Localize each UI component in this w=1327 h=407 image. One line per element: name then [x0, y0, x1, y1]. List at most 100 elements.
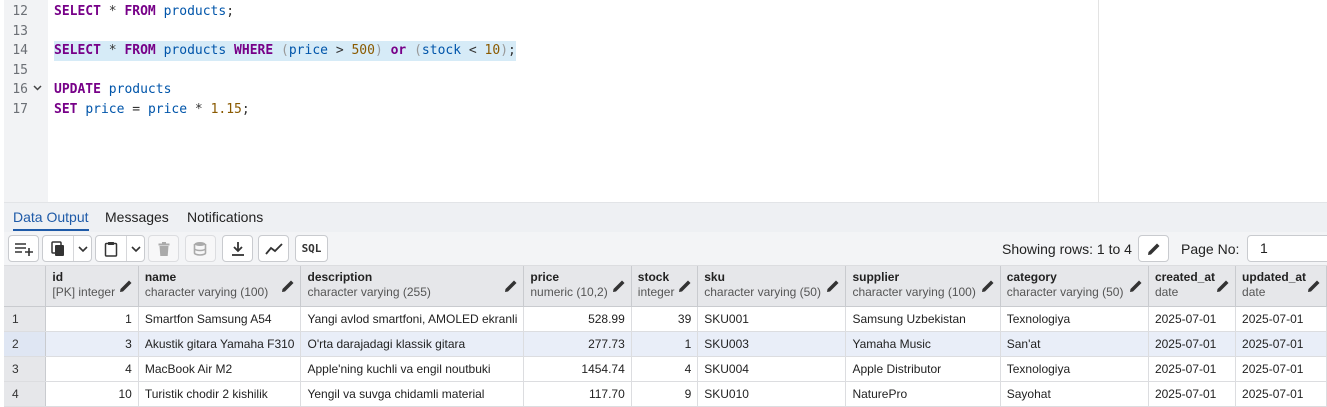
sql-editor[interactable]: 12 SELECT * FROM products; 13 14 SELECT … — [0, 0, 1327, 202]
table-cell-price[interactable]: 528.99 — [523, 306, 632, 332]
identifier: products — [163, 4, 227, 19]
add-row-icon — [14, 242, 33, 256]
table-cell-supplier[interactable]: Samsung Uzbekistan — [845, 306, 1001, 332]
table-row[interactable]: 2 3 Akustik gitara Yamaha F310 O'rta daraja… — [4, 331, 1327, 357]
table-row[interactable]: 1 1 Smartfon Samsung A54 Yangi avlod smartf… — [4, 306, 1327, 332]
table-cell-category[interactable]: Texnologiya — [1000, 356, 1149, 382]
table-cell-price[interactable]: 117.70 — [523, 381, 632, 407]
table-cell-id[interactable]: 1 — [45, 306, 139, 332]
table-cell-stock[interactable]: 4 — [631, 356, 699, 382]
table-cell-price[interactable]: 277.73 — [523, 331, 632, 357]
column-header-category[interactable]: category character varying (50) — [1000, 266, 1149, 307]
table-cell-name[interactable]: Smartfon Samsung A54 — [138, 306, 302, 332]
paste-options-dropdown[interactable] — [126, 236, 144, 261]
column-name: name — [144, 270, 177, 284]
paste-button[interactable] — [96, 236, 126, 261]
table-cell-sku[interactable]: SKU004 — [697, 356, 847, 382]
column-header-description[interactable]: description character varying (255) — [300, 266, 525, 307]
table-cell-category[interactable]: Texnologiya — [1000, 306, 1149, 332]
edit-column-pencil-icon — [612, 280, 625, 292]
table-cell-id[interactable]: 10 — [45, 381, 139, 407]
code-line[interactable]: 14 SELECT * FROM products WHERE (price >… — [0, 41, 1098, 61]
table-cell-created-at[interactable]: 2025-07-01 — [1148, 381, 1237, 407]
edit-column-pencil-icon — [1129, 280, 1142, 292]
table-cell-id[interactable]: 4 — [45, 356, 139, 382]
edit-column-pencil-icon — [119, 280, 132, 292]
column-header-stock[interactable]: stock integer — [631, 266, 699, 307]
table-row[interactable]: 4 10 Turistik chodir 2 kishilik Yengil va s… — [4, 381, 1327, 407]
table-cell-description[interactable]: Apple'ning kuchli va engil noutbuki — [300, 356, 525, 382]
page-number-input[interactable]: 1 — [1247, 235, 1327, 262]
code-line[interactable]: 12 SELECT * FROM products; — [0, 2, 1098, 22]
semicolon: ; — [226, 4, 235, 19]
table-cell-created-at[interactable]: 2025-07-01 — [1148, 356, 1237, 382]
row-number[interactable]: 4 — [4, 381, 47, 407]
download-icon — [231, 241, 244, 256]
table-cell-name[interactable]: Akustik gitara Yamaha F310 — [138, 331, 302, 357]
table-cell-id[interactable]: 3 — [45, 331, 139, 357]
table-cell-created-at[interactable]: 2025-07-01 — [1148, 331, 1237, 357]
tab-notifications[interactable]: Notifications — [187, 209, 263, 225]
copy-options-dropdown[interactable] — [73, 236, 91, 261]
code-line[interactable]: 13 — [0, 22, 1098, 42]
identifier: products — [108, 82, 172, 97]
table-cell-category[interactable]: San'at — [1000, 331, 1149, 357]
table-row[interactable]: 3 4 MacBook Air M2 Apple'ning kuchli va eng… — [4, 356, 1327, 382]
row-number[interactable]: 3 — [4, 356, 47, 382]
table-cell-description[interactable]: O'rta darajadagi klassik gitara — [300, 331, 525, 357]
graph-visualiser-button[interactable] — [258, 235, 289, 262]
table-cell-sku[interactable]: SKU001 — [697, 306, 847, 332]
download-button[interactable] — [222, 235, 253, 262]
save-data-button[interactable] — [185, 235, 216, 262]
tab-data-output[interactable]: Data Output — [13, 209, 89, 231]
table-cell-description[interactable]: Yangi avlod smartfoni, AMOLED ekranli — [300, 306, 525, 332]
identifier: price — [147, 101, 188, 117]
table-cell-updated-at[interactable]: 2025-07-01 — [1235, 306, 1327, 332]
operator: * — [108, 43, 117, 58]
highlighted-code-text: SELECT * FROM products WHERE (price > 50… — [54, 41, 516, 61]
table-cell-updated-at[interactable]: 2025-07-01 — [1235, 331, 1327, 357]
row-number[interactable]: 1 — [4, 306, 47, 332]
tab-messages[interactable]: Messages — [105, 209, 169, 225]
copy-button[interactable] — [43, 236, 73, 261]
line-chart-icon — [264, 242, 283, 255]
table-cell-stock[interactable]: 9 — [631, 381, 699, 407]
table-cell-stock[interactable]: 1 — [631, 331, 699, 357]
code-line[interactable]: 15 — [0, 61, 1098, 81]
table-cell-sku[interactable]: SKU010 — [697, 381, 847, 407]
column-header-id[interactable]: id [PK] integer — [45, 266, 139, 307]
table-cell-supplier[interactable]: NaturePro — [845, 381, 1001, 407]
column-header-updated-at[interactable]: updated_at date — [1235, 266, 1327, 307]
table-cell-updated-at[interactable]: 2025-07-01 — [1235, 381, 1327, 407]
row-number[interactable]: 2 — [4, 331, 47, 357]
pencil-icon — [1147, 243, 1159, 255]
table-cell-category[interactable]: Sayohat — [1000, 381, 1149, 407]
column-name: price — [530, 270, 560, 284]
table-cell-stock[interactable]: 39 — [631, 306, 699, 332]
table-cell-updated-at[interactable]: 2025-07-01 — [1235, 356, 1327, 382]
fold-chevron-icon[interactable] — [33, 80, 42, 100]
identifier: price — [85, 101, 125, 117]
code-line[interactable]: 17 SET price = price * 1.15; — [0, 100, 1098, 120]
add-row-button[interactable] — [8, 235, 39, 262]
editor-divider — [1098, 0, 1099, 202]
sql-button[interactable]: SQL — [295, 235, 328, 262]
table-cell-supplier[interactable]: Apple Distributor — [845, 356, 1001, 382]
line-number: 16 — [12, 82, 28, 97]
column-header-created-at[interactable]: created_at date — [1148, 266, 1237, 307]
table-cell-created-at[interactable]: 2025-07-01 — [1148, 306, 1237, 332]
column-header-price[interactable]: price numeric (10,2) — [523, 266, 632, 307]
column-header-name[interactable]: name character varying (100) — [138, 266, 302, 307]
column-header-supplier[interactable]: supplier character varying (100) — [845, 266, 1001, 307]
edit-rows-button[interactable] — [1138, 235, 1169, 262]
table-cell-supplier[interactable]: Yamaha Music — [845, 331, 1001, 357]
table-cell-price[interactable]: 1454.74 — [523, 356, 632, 382]
table-cell-description[interactable]: Yengil va suvga chidamli material — [300, 381, 525, 407]
table-cell-sku[interactable]: SKU003 — [697, 331, 847, 357]
row-number-header[interactable] — [4, 266, 47, 307]
table-cell-name[interactable]: Turistik chodir 2 kishilik — [138, 381, 302, 407]
code-line[interactable]: 16 UPDATE products — [0, 80, 1098, 100]
delete-row-button[interactable] — [148, 235, 179, 262]
table-cell-name[interactable]: MacBook Air M2 — [138, 356, 302, 382]
column-header-sku[interactable]: sku character varying (50) — [697, 266, 847, 307]
